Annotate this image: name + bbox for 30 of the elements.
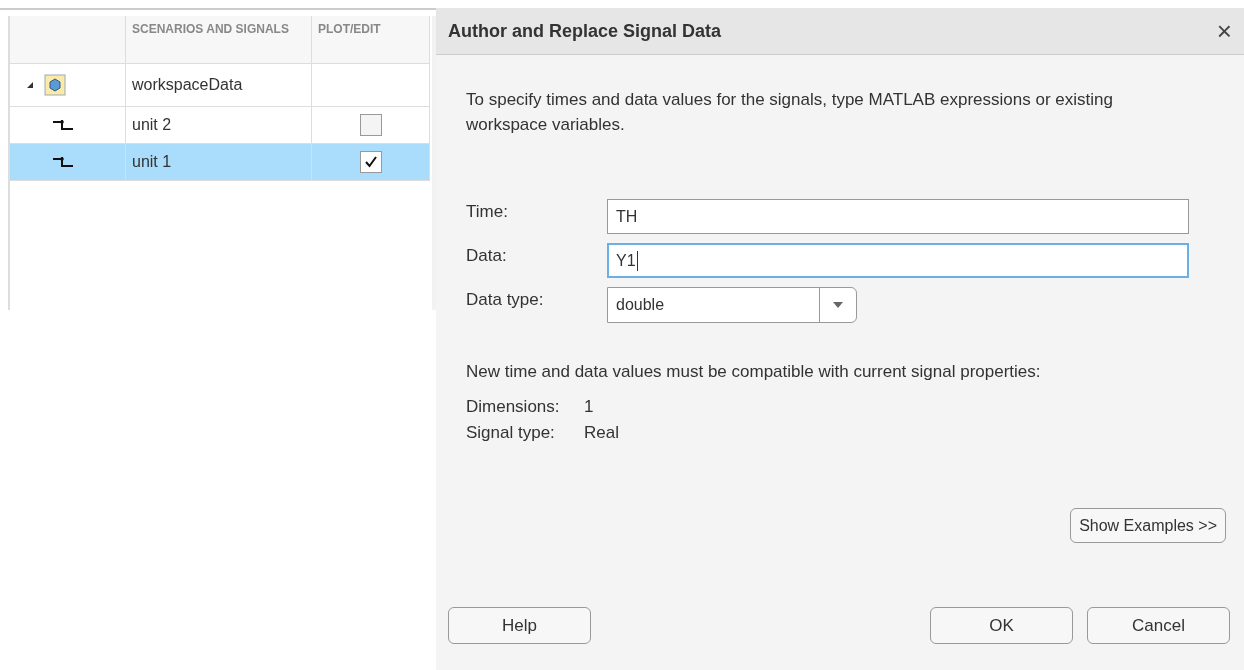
dialog-button[interactable]: OK <box>930 607 1073 644</box>
signal-name[interactable]: workspaceData <box>126 64 312 107</box>
cube-icon <box>44 74 66 96</box>
caret-icon <box>833 302 843 308</box>
show-examples-button[interactable]: Show Examples >> <box>1070 508 1226 543</box>
dialog-title: Author and Replace Signal Data <box>448 20 722 42</box>
property-value: 1 <box>584 396 594 418</box>
column-header: SCENARIOS AND SIGNALS <box>126 16 312 64</box>
property-label: Signal type: <box>466 422 556 444</box>
close-button[interactable]: × <box>1216 18 1232 44</box>
compatibility-note: New time and data values must be compatible with current signal properties: <box>466 361 1042 383</box>
field-label: Data type: <box>466 289 545 311</box>
field-label: Time: <box>466 201 509 223</box>
data-type-dropdown[interactable]: double <box>607 287 857 323</box>
expand-triangle-icon[interactable] <box>26 81 34 89</box>
instruction-text: To specify times and data values for the signals, type MATLAB expressions or existing workspace variables. <box>466 89 1114 136</box>
input-field[interactable]: TH <box>607 199 1189 234</box>
input-field[interactable]: Y1 <box>607 243 1189 278</box>
signal-icon <box>52 156 74 168</box>
plot-checkbox[interactable] <box>359 114 382 136</box>
signal-name[interactable]: unit 1 <box>126 144 312 181</box>
field-label: Data: <box>466 245 508 267</box>
property-label: Dimensions: <box>466 396 561 418</box>
column-header: PLOT/EDIT <box>312 16 430 64</box>
property-value: Real <box>584 422 619 444</box>
plot-checkbox[interactable] <box>359 151 382 173</box>
dialog-button[interactable]: Help <box>448 607 591 644</box>
signal-icon <box>52 119 74 131</box>
dialog-button[interactable]: Cancel <box>1087 607 1230 644</box>
check-icon <box>363 155 378 169</box>
